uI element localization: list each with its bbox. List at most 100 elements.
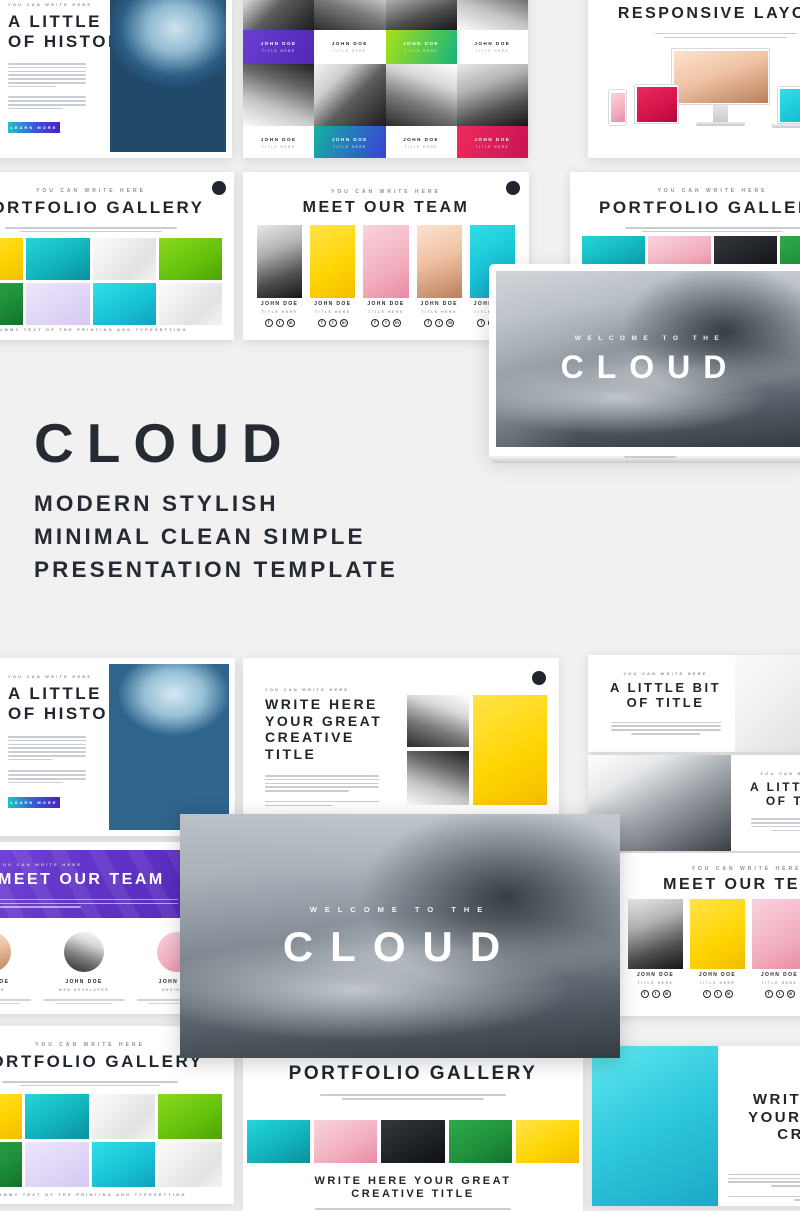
portfolio-thumb[interactable] <box>26 238 89 280</box>
portfolio-thumb[interactable] <box>92 1094 156 1139</box>
laptop-screen[interactable]: WELCOME TO THE CLOUD <box>496 271 800 447</box>
slide-title-line-1: A LITTLE BIT <box>738 780 800 794</box>
slide-title-line-4: TITLE <box>265 746 395 763</box>
portfolio-thumb[interactable] <box>92 1142 156 1187</box>
monitor-stand <box>713 105 728 122</box>
slide-team-grid-top[interactable]: JOHN DOE TITLE HERE JOHN DOE TITLE HERE … <box>243 0 528 158</box>
team-grid-cell[interactable]: JOHN DOE TITLE HERE <box>457 64 528 158</box>
slide-meet-team-mid[interactable]: 22 YOU CAN WRITE HERE MEET OUR TEAM JOHN… <box>243 172 529 340</box>
portfolio-thumb[interactable] <box>26 283 89 325</box>
portfolio-thumb[interactable] <box>381 1120 444 1163</box>
slide-body-paragraph-1 <box>8 736 86 760</box>
team-grid-cell[interactable]: JOHN DOE TITLE HERE <box>386 0 457 64</box>
portfolio-thumb[interactable] <box>93 283 156 325</box>
collage-image-bottom-left[interactable] <box>407 751 469 805</box>
member-caption: JOHN DOE TITLE HERE <box>243 30 314 64</box>
slide-little-bit-right[interactable]: YOU CAN WRITE HERE A LITTLE BIT OF TITLE <box>588 655 800 752</box>
twitter-icon[interactable]: t <box>435 319 443 327</box>
facebook-icon[interactable]: f <box>371 319 379 327</box>
slide-title-line-3: CREATIVE <box>265 729 395 746</box>
member-name: JOHN DOE <box>637 972 674 978</box>
portfolio-thumb[interactable] <box>159 283 222 325</box>
slide-creative-bottom-mid[interactable]: 26 YOU CAN WRITE HERE WRITE HERE YOUR GR… <box>243 658 559 818</box>
slide-body <box>5 227 177 232</box>
twitter-icon[interactable]: t <box>714 990 722 998</box>
linkedin-icon[interactable]: in <box>787 990 795 998</box>
linkedin-icon[interactable]: in <box>287 319 295 327</box>
slide-footer-note: dummy text of the printing and typesetti… <box>0 1192 234 1197</box>
twitter-icon[interactable]: t <box>652 990 660 998</box>
monitor-screen-image <box>674 51 768 103</box>
portfolio-thumb[interactable] <box>449 1120 512 1163</box>
linkedin-icon[interactable]: in <box>393 319 401 327</box>
member-caption: JOHN DOE TITLE HERE <box>314 30 385 64</box>
learn-more-button[interactable]: LEARN MORE <box>8 797 60 808</box>
portfolio-thumb[interactable] <box>0 1142 22 1187</box>
slide-title-line-2: YOUR GREAT <box>728 1109 800 1127</box>
slide-creative-bottom-right[interactable]: YOU CAN WRITE WRITE HERE YOUR GREAT CREA… <box>592 1046 800 1206</box>
facebook-icon[interactable]: f <box>765 990 773 998</box>
facebook-icon[interactable]: f <box>641 990 649 998</box>
team-member[interactable]: JOHN DOE WEB DEVELOPER <box>43 932 124 1004</box>
portfolio-thumb[interactable] <box>158 1094 222 1139</box>
team-grid-cell[interactable]: JOHN DOE TITLE HERE <box>243 0 314 64</box>
portfolio-thumb[interactable] <box>314 1120 377 1163</box>
texture-photo <box>735 655 800 752</box>
team-member[interactable]: JOHN DOE TITLE HERE f t in <box>257 225 302 327</box>
slide-body <box>611 722 721 735</box>
team-member[interactable]: JOHN DOE TITLE HERE f t in <box>310 225 355 327</box>
portfolio-thumb[interactable] <box>159 238 222 280</box>
team-member[interactable]: JOHN DOE TITLE HERE f t in <box>417 225 462 327</box>
phone-screen-image <box>611 93 625 122</box>
team-grid-cell[interactable]: JOHN DOE TITLE HERE <box>457 0 528 64</box>
portfolio-thumb[interactable] <box>0 1094 22 1139</box>
portfolio-thumb[interactable] <box>93 238 156 280</box>
team-member[interactable]: JOHN DOE MANAGER <box>0 932 31 1004</box>
slide-body-paragraph-2 <box>8 770 86 783</box>
team-member[interactable]: JOHN DOE TITLE HERE f t in <box>752 899 800 998</box>
portfolio-thumb[interactable] <box>25 1142 89 1187</box>
portfolio-thumb[interactable] <box>158 1142 222 1187</box>
linkedin-icon[interactable]: in <box>663 990 671 998</box>
facebook-icon[interactable]: f <box>703 990 711 998</box>
slide-portfolio-left[interactable]: 13 YOU CAN WRITE HERE PORTFOLIO GALLERY … <box>0 172 234 340</box>
twitter-icon[interactable]: t <box>382 319 390 327</box>
facebook-icon[interactable]: f <box>477 319 485 327</box>
slide-meet-team-right-bottom[interactable]: YOU CAN WRITE HERE MEET OUR TEAM JOHN DO… <box>614 853 800 1016</box>
slide-history-top[interactable]: YOU CAN WRITE HERE A LITTLE BIT OF HISTO… <box>0 0 232 158</box>
member-name: JOHN DOE <box>332 41 368 46</box>
team-member[interactable]: JOHN DOE TITLE HERE f t in <box>690 899 745 998</box>
team-grid-cell[interactable]: JOHN DOE TITLE HERE <box>243 64 314 158</box>
member-photo <box>314 64 385 126</box>
twitter-icon[interactable]: t <box>276 319 284 327</box>
slide-responsive-layout[interactable]: YOU CAN WRITE HERE RESPONSIVE LAYOUT <box>588 0 800 158</box>
twitter-icon[interactable]: t <box>776 990 784 998</box>
portfolio-thumb[interactable] <box>25 1094 89 1139</box>
portfolio-thumb[interactable] <box>0 283 23 325</box>
member-title: TITLE HERE <box>638 981 674 985</box>
team-member[interactable]: JOHN DOE TITLE HERE f t in <box>363 225 408 327</box>
portfolio-thumb[interactable] <box>516 1120 579 1163</box>
team-grid-cell[interactable]: JOHN DOE TITLE HERE <box>386 64 457 158</box>
portfolio-thumb[interactable] <box>247 1120 310 1163</box>
team-grid-cell[interactable]: JOHN DOE TITLE HERE <box>314 0 385 64</box>
facebook-icon[interactable]: f <box>318 319 326 327</box>
linkedin-icon[interactable]: in <box>725 990 733 998</box>
slide-portfolio-bottom-mid[interactable]: PORTFOLIO GALLERY WRITE HERE YOUR GREAT … <box>243 1051 583 1211</box>
linkedin-icon[interactable]: in <box>340 319 348 327</box>
twitter-icon[interactable]: t <box>329 319 337 327</box>
team-member[interactable]: JOHN DOE TITLE HERE f t in <box>628 899 683 998</box>
collage-image-right[interactable] <box>473 695 547 805</box>
member-caption: JOHN DOE TITLE HERE <box>386 30 457 64</box>
facebook-icon[interactable]: f <box>424 319 432 327</box>
portfolio-thumb[interactable] <box>0 238 23 280</box>
slide-flat-cloud[interactable]: WELCOME TO THE CLOUD <box>180 814 620 1058</box>
linkedin-icon[interactable]: in <box>446 319 454 327</box>
member-name: JOHN DOE <box>0 979 9 985</box>
cloud-wordmark: CLOUD <box>561 351 740 383</box>
facebook-icon[interactable]: f <box>265 319 273 327</box>
slide-history-bottom[interactable]: YOU CAN WRITE HERE A LITTLE BIT OF HISTO… <box>0 658 235 836</box>
learn-more-button[interactable]: LEARN MORE <box>8 122 60 133</box>
collage-image-top-left[interactable] <box>407 695 469 747</box>
team-grid-cell[interactable]: JOHN DOE TITLE HERE <box>314 64 385 158</box>
